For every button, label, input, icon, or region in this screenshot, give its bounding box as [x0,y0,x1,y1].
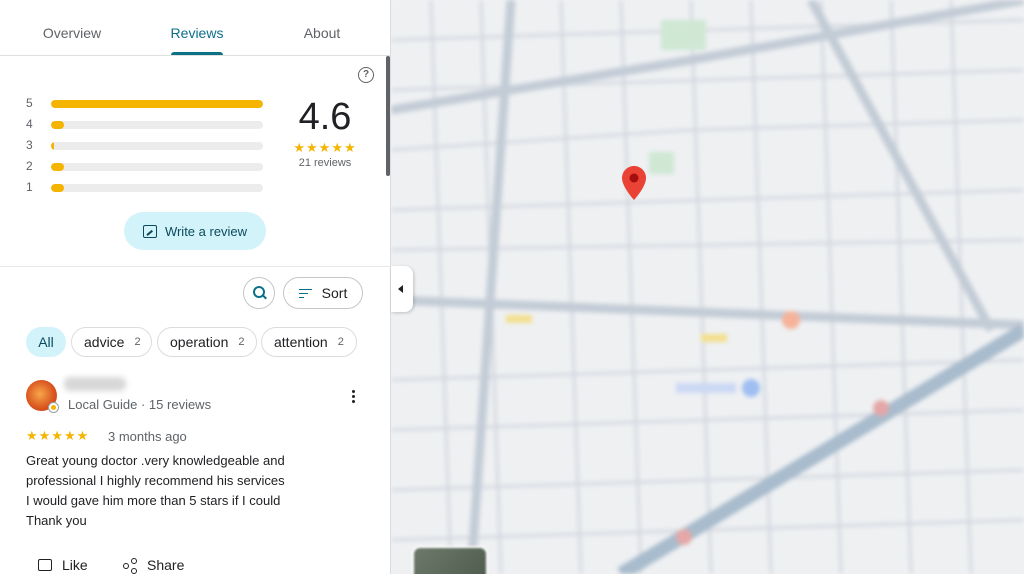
filter-chip-label: operation [170,334,229,350]
distribution-bar-track [51,184,263,192]
write-review-button[interactable]: Write a review [124,212,266,250]
distribution-star-label: 4 [26,117,33,131]
review-text-line: Great young doctor .very knowledgeable a… [26,453,285,468]
filter-chip-all[interactable]: All [26,327,66,357]
map-background [391,0,1024,574]
distribution-bar-fill [51,100,263,108]
reviewer-name-redacted[interactable] [64,377,126,391]
filter-chip-attention[interactable]: attention 2 [261,327,357,357]
distribution-bar-fill [51,184,64,192]
review-stars: ★★★★★ [26,428,90,443]
like-label: Like [62,557,88,573]
question-circle-icon[interactable]: ? [358,67,374,83]
share-button[interactable]: Share [123,555,184,574]
review-text-line: Thank you [26,513,87,528]
distribution-star-label: 5 [26,96,33,110]
like-button[interactable]: Like [38,555,88,574]
distribution-row: 3 [26,137,266,158]
thumb-up-icon [38,559,52,571]
local-guide-badge-icon [48,402,59,413]
distribution-bar-fill [51,142,54,150]
place-panel: Overview Reviews About ? 5 4 3 2 1 4.6 ★★★★★… [0,0,391,574]
filter-chip-count: 2 [238,336,245,348]
review-date: 3 months ago [108,429,187,444]
sort-button[interactable]: Sort [283,277,363,309]
average-stars: ★★★★★ [293,140,357,155]
filter-chip-count: 2 [337,336,344,348]
map-view[interactable] [391,0,1024,574]
filter-chip-label: All [38,334,54,350]
active-tab-indicator [171,52,223,55]
tab-overview[interactable]: Overview [22,0,122,55]
distribution-bar-track [51,100,263,108]
search-icon-handle [262,294,267,300]
tab-reviews[interactable]: Reviews [147,0,247,55]
divider [0,266,390,267]
more-vert-icon[interactable] [348,389,358,405]
review-count[interactable]: 21 reviews [290,157,360,169]
map-pin-icon[interactable] [622,166,646,200]
imagery-thumbnail[interactable] [412,546,488,574]
average-rating: 4.6 [298,96,352,138]
avatar[interactable] [26,380,59,413]
distribution-row: 5 [26,95,266,116]
distribution-row: 2 [26,158,266,179]
rate-review-icon [142,224,157,238]
review-text-line: professional I highly recommend his serv… [26,473,285,488]
collapse-panel-button[interactable] [391,266,413,312]
distribution-star-label: 1 [26,180,33,194]
filter-chip-label: advice [84,334,125,350]
write-review-label: Write a review [164,223,248,239]
filter-chip-count: 2 [134,336,141,348]
distribution-star-label: 2 [26,159,33,173]
distribution-bar-track [51,142,263,150]
tab-about[interactable]: About [272,0,372,55]
distribution-bar-track [51,163,263,171]
panel-scrollbar[interactable] [386,56,390,176]
review-text: Great young doctor .very knowledgeable a… [26,451,371,531]
share-icon [123,558,137,574]
rating-summary: 4.6 ★★★★★ 21 reviews [290,92,360,169]
tab-reviews-label: Reviews [170,25,224,41]
filter-chip-label: attention [274,334,328,350]
share-label: Share [147,557,185,573]
search-reviews-button[interactable] [243,277,275,309]
filter-chip-advice[interactable]: advice 2 [71,327,152,357]
filter-chip-operation[interactable]: operation 2 [157,327,257,357]
distribution-row: 4 [26,116,266,137]
place-label-redacted[interactable] [650,170,717,184]
distribution-bar-track [51,121,263,129]
review-text-line: I would gave him more than 5 stars if I … [26,493,281,508]
reviewer-meta[interactable]: Local Guide · 15 reviews [68,397,211,412]
rating-distribution: 5 4 3 2 1 [26,95,266,200]
tab-bar: Overview Reviews About [0,0,390,56]
sort-icon [298,288,312,298]
distribution-star-label: 3 [26,138,33,152]
distribution-bar-fill [51,163,64,171]
distribution-row: 1 [26,179,266,200]
sort-label: Sort [321,285,348,301]
distribution-bar-fill [51,121,64,129]
